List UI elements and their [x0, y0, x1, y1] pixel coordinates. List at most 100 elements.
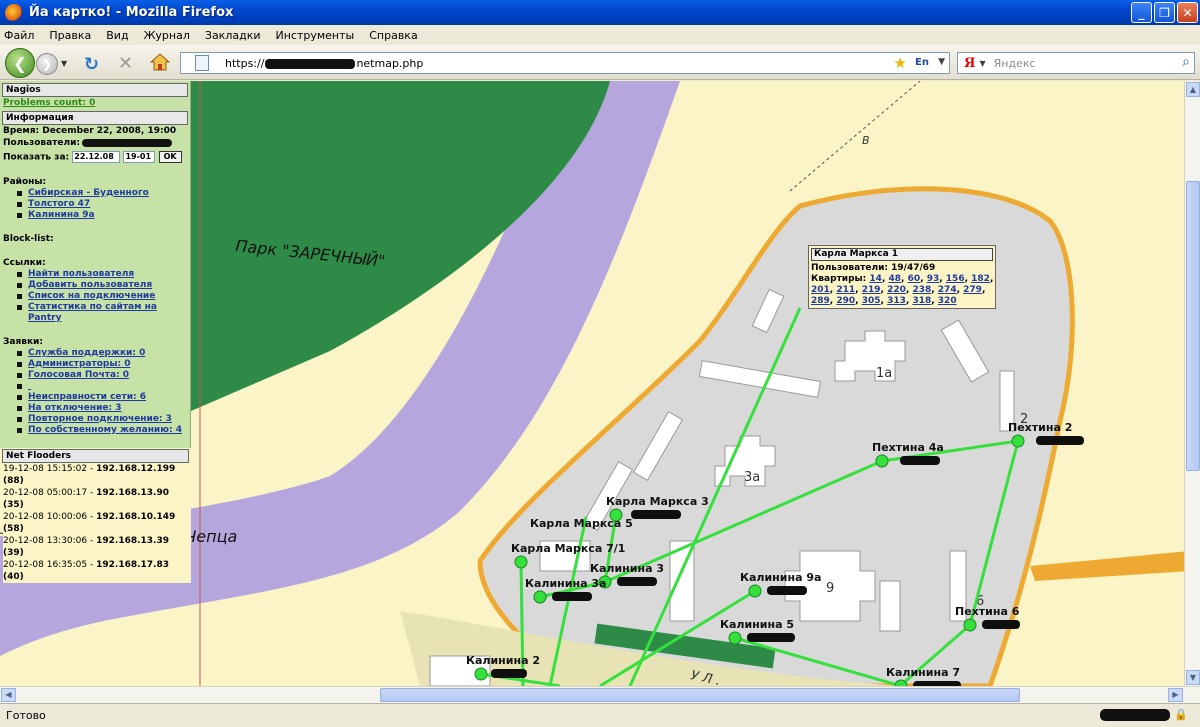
- close-button[interactable]: ✕: [1177, 2, 1198, 23]
- flat-link[interactable]: 318: [912, 296, 931, 306]
- menu-history[interactable]: Журнал: [144, 29, 190, 42]
- language-badge[interactable]: En: [915, 57, 929, 68]
- reload-button[interactable]: ↻: [84, 54, 99, 75]
- flat-link[interactable]: 93: [927, 274, 940, 284]
- network-node[interactable]: [514, 555, 528, 569]
- list-item: Статистика по сайтам на Pantry: [17, 302, 190, 324]
- home-button[interactable]: [149, 53, 171, 71]
- flat-link[interactable]: 156: [946, 274, 965, 284]
- network-node[interactable]: [963, 618, 977, 632]
- scroll-down-button[interactable]: ▼: [1186, 670, 1200, 685]
- node-label[interactable]: Калинина 9а: [740, 571, 821, 584]
- date-input[interactable]: 22.12.08: [72, 151, 121, 163]
- yandex-logo-icon[interactable]: Я: [964, 56, 975, 71]
- flat-link[interactable]: 313: [887, 296, 906, 306]
- problems-row: Problems count: 0: [3, 97, 190, 109]
- chevron-down-icon[interactable]: ▼: [938, 57, 945, 67]
- flat-link[interactable]: 320: [938, 296, 957, 306]
- minimize-button[interactable]: _: [1131, 2, 1152, 23]
- link-connect-list[interactable]: Список на подключение: [28, 291, 155, 301]
- lock-icon[interactable]: 🔒: [1174, 708, 1188, 721]
- request-link[interactable]: Служба поддержки: 0: [28, 348, 145, 358]
- menu-bookmarks[interactable]: Закладки: [205, 29, 261, 42]
- node-label[interactable]: Калинина 2: [466, 654, 540, 667]
- request-link[interactable]: Неисправности сети: 6: [28, 392, 146, 402]
- menu-edit[interactable]: Правка: [49, 29, 91, 42]
- flat-link[interactable]: 290: [836, 296, 855, 306]
- flat-link[interactable]: 201: [811, 285, 830, 295]
- link-site-stats[interactable]: Статистика по сайтам на Pantry: [28, 302, 157, 323]
- menu-view[interactable]: Вид: [106, 29, 128, 42]
- building-label: 9: [826, 581, 834, 596]
- scroll-right-button[interactable]: ▶: [1168, 688, 1183, 702]
- scroll-left-button[interactable]: ◀: [1, 688, 16, 702]
- districts-label: Районы:: [3, 176, 47, 187]
- flat-link[interactable]: 238: [912, 285, 931, 295]
- horizontal-scrollbar[interactable]: ◀ ▶: [0, 686, 1200, 703]
- vertical-scrollbar[interactable]: ▲ ▼: [1184, 81, 1200, 686]
- scroll-up-button[interactable]: ▲: [1186, 82, 1200, 97]
- node-label[interactable]: Калинина 5: [720, 618, 794, 631]
- node-label[interactable]: Калинина 7: [886, 666, 960, 679]
- maximize-button[interactable]: ❐: [1154, 2, 1175, 23]
- node-label[interactable]: Калинина 3: [590, 562, 664, 575]
- menu-tools[interactable]: Инструменты: [276, 29, 355, 42]
- flat-link[interactable]: 182: [971, 274, 990, 284]
- ok-button[interactable]: OK: [158, 151, 182, 163]
- menu-help[interactable]: Справка: [369, 29, 417, 42]
- status-bar: Готово 🔒: [0, 703, 1200, 727]
- flat-link[interactable]: 14: [869, 274, 882, 284]
- link-add-user[interactable]: Добавить пользователя: [28, 280, 152, 290]
- node-label[interactable]: Калинина 3а: [525, 577, 606, 590]
- request-link[interactable]: Голосовая Почта: 0: [28, 370, 129, 380]
- request-link[interactable]: Администраторы: 0: [28, 359, 130, 369]
- back-button[interactable]: ❮: [5, 48, 35, 78]
- network-node[interactable]: [474, 667, 488, 681]
- forward-button[interactable]: ❯: [36, 53, 58, 75]
- bookmark-star-icon[interactable]: ★: [894, 54, 907, 72]
- stop-button[interactable]: ✕: [118, 53, 133, 74]
- request-link[interactable]: Повторное подключение: 3: [28, 414, 172, 424]
- network-node[interactable]: [875, 454, 889, 468]
- network-node[interactable]: [728, 631, 742, 645]
- request-link[interactable]: По собственному желанию: 4: [28, 425, 182, 435]
- flat-link[interactable]: 289: [811, 296, 830, 306]
- horizontal-scroll-thumb[interactable]: [380, 688, 1020, 702]
- flat-link[interactable]: 305: [862, 296, 881, 306]
- district-link[interactable]: Толстого 47: [28, 199, 90, 209]
- district-link[interactable]: Калинина 9а: [28, 210, 95, 220]
- node-label[interactable]: Карла Маркса 5: [530, 517, 633, 530]
- flat-link[interactable]: 279: [963, 285, 982, 295]
- flat-link[interactable]: 60: [908, 274, 921, 284]
- flat-link[interactable]: 220: [887, 285, 906, 295]
- district-link[interactable]: Сибирская - Буденного: [28, 188, 149, 198]
- flat-link[interactable]: 219: [862, 285, 881, 295]
- hour-input[interactable]: 19-01: [123, 151, 156, 163]
- vertical-scroll-thumb[interactable]: [1186, 181, 1200, 471]
- flat-link[interactable]: 48: [889, 274, 902, 284]
- chevron-down-icon[interactable]: ▼: [979, 59, 985, 68]
- menu-file[interactable]: Файл: [4, 29, 34, 42]
- address-bar[interactable]: https:// netmap.php ★ En ▼: [180, 52, 950, 74]
- request-link[interactable]: На отключение: 3: [28, 403, 122, 413]
- node-label[interactable]: Пехтина 2: [1008, 421, 1072, 434]
- network-node[interactable]: [533, 590, 547, 604]
- popup-title: Карла Маркса 1: [811, 248, 993, 261]
- flat-link[interactable]: 211: [836, 285, 855, 295]
- network-node[interactable]: [1011, 434, 1025, 448]
- history-dropdown-button[interactable]: ▼: [61, 59, 67, 68]
- node-label[interactable]: Карла Маркса 7/1: [511, 542, 625, 555]
- request-link[interactable]: [28, 381, 31, 391]
- link-find-user[interactable]: Найти пользователя: [28, 269, 134, 279]
- network-node[interactable]: [748, 584, 762, 598]
- search-input[interactable]: Яндекс: [994, 57, 1036, 70]
- problems-link[interactable]: Problems count: 0: [3, 98, 95, 108]
- search-icon[interactable]: ⌕: [1182, 54, 1190, 70]
- node-label[interactable]: Карла Маркса 3: [606, 495, 709, 508]
- url-input[interactable]: https:// netmap.php: [225, 57, 423, 70]
- flooder-ip: 192.168.17.83: [96, 560, 170, 570]
- flat-link[interactable]: 274: [938, 285, 957, 295]
- node-label[interactable]: Пехтина 6: [955, 605, 1020, 618]
- node-label[interactable]: Пехтина 4а: [872, 441, 944, 454]
- search-bar[interactable]: Я ▼ Яндекс ⌕: [957, 52, 1195, 74]
